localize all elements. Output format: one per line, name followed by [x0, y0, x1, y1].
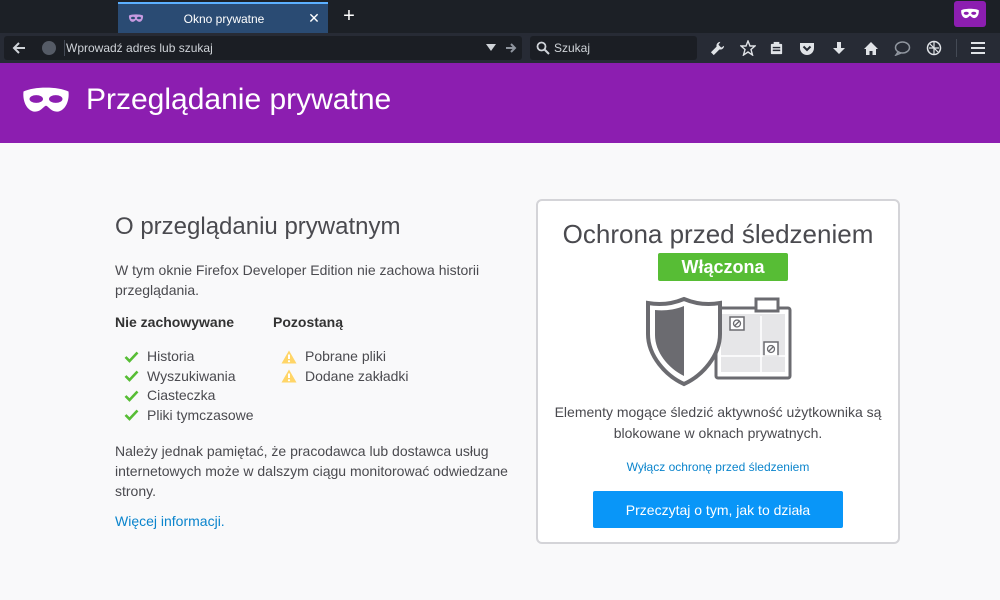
toolbar-separator [956, 39, 957, 57]
not-saved-list: Historia Wyszukiwania Ciasteczka Pliki t… [124, 347, 254, 425]
tracking-protection-title: Ochrona przed śledzeniem [562, 219, 874, 249]
download-icon[interactable] [829, 39, 849, 57]
private-browsing-indicator [954, 1, 986, 27]
globe-icon [42, 41, 56, 55]
url-bar[interactable] [4, 36, 522, 60]
reading-list-icon[interactable] [766, 39, 786, 57]
tab-private-window[interactable]: Okno prywatne ✕ [118, 2, 328, 33]
tab-title: Okno prywatne [183, 11, 265, 26]
list-item-label: Dodane zakładki [305, 367, 409, 384]
search-icon [536, 41, 550, 55]
back-arrow-icon [12, 42, 25, 54]
status-badge: Włączona [658, 253, 788, 281]
about-description: W tym oknie Firefox Developer Edition ni… [115, 262, 480, 298]
search-input[interactable] [554, 38, 692, 58]
tab-strip: Okno prywatne ✕ + [0, 0, 1000, 33]
dropdown-arrow-icon[interactable] [485, 43, 497, 53]
list-item: Pliki tymczasowe [124, 406, 254, 426]
search-bar[interactable] [530, 36, 697, 60]
warning-icon [281, 369, 297, 383]
url-input[interactable] [66, 38, 476, 58]
warning-icon [281, 350, 297, 364]
star-icon[interactable] [738, 39, 758, 57]
disable-tracking-protection-link[interactable]: Wyłącz ochronę przed śledzeniem [538, 460, 898, 474]
read-how-it-works-button[interactable]: Przeczytaj o tym, jak to działa [593, 491, 843, 528]
list-item: Pobrane pliki [281, 347, 409, 367]
url-divider [64, 40, 65, 56]
tracking-protection-card: Ochrona przed śledzeniem Włączona Elemen… [536, 199, 900, 544]
check-icon [124, 409, 139, 422]
check-icon [124, 390, 139, 402]
tracking-protection-description: Elementy mogące śledzić aktywność użytko… [554, 404, 882, 441]
check-icon [124, 351, 139, 363]
page-title: Przeglądanie prywatne [86, 83, 392, 116]
close-icon[interactable]: ✕ [304, 10, 324, 27]
list-item: Dodane zakładki [281, 367, 409, 387]
mask-icon [23, 87, 69, 112]
saved-heading: Pozostaną [273, 314, 344, 330]
list-item-label: Historia [147, 348, 195, 364]
shield-icon [646, 296, 792, 387]
private-browsing-header: Przeglądanie prywatne [0, 63, 1000, 143]
wrench-icon[interactable] [707, 39, 727, 57]
home-icon[interactable] [861, 39, 881, 57]
not-saved-heading: Nie zachowywane [115, 314, 235, 330]
plus-icon[interactable]: + [340, 5, 358, 27]
list-item: Ciasteczka [124, 386, 254, 406]
more-info-link[interactable]: Więcej informacji. [115, 513, 225, 529]
mask-icon [128, 13, 144, 22]
back-button[interactable] [4, 36, 34, 60]
list-item: Historia [124, 347, 254, 367]
pocket-icon[interactable] [797, 39, 817, 57]
chat-icon[interactable] [892, 39, 912, 57]
check-icon [124, 370, 139, 383]
saved-list: Pobrane pliki Dodane zakładki [281, 347, 409, 386]
list-item-label: Pliki tymczasowe [147, 406, 254, 423]
list-item-label: Pobrane pliki [305, 348, 386, 364]
about-heading: O przeglądaniu prywatnym [115, 213, 401, 240]
list-item-label: Ciasteczka [147, 387, 216, 403]
go-arrow-icon[interactable] [505, 42, 517, 54]
hamburger-menu-icon[interactable] [968, 39, 988, 57]
list-item-label: Wyszukiwania [147, 367, 236, 384]
navigation-toolbar [0, 33, 1000, 63]
list-item: Wyszukiwania [124, 367, 254, 387]
monitoring-note: Należy jednak pamiętać, że pracodawca lu… [115, 443, 508, 499]
tracking-protection-icon[interactable] [924, 39, 944, 57]
mask-icon [961, 8, 979, 18]
